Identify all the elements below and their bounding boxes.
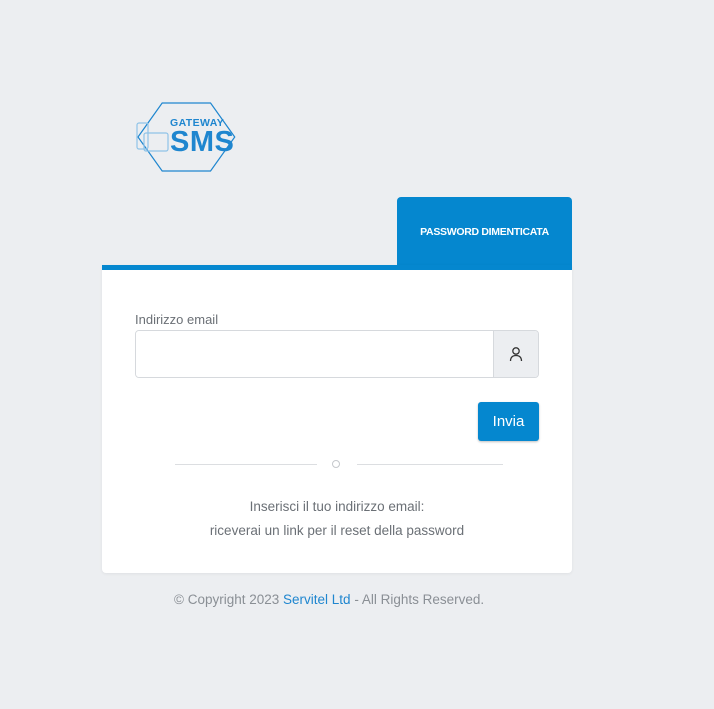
submit-button[interactable]: Invia	[478, 402, 539, 441]
forgot-password-card: Indirizzo email Invia Inserisci il tuo i…	[102, 265, 572, 573]
footer-rights: - All Rights Reserved.	[350, 592, 485, 607]
divider-line-right	[357, 464, 503, 465]
footer-copyright: © Copyright 2023	[174, 592, 284, 607]
divider-circle	[332, 460, 340, 468]
user-icon	[509, 347, 523, 362]
info-line-2: riceverai un link per il reset della pas…	[209, 523, 465, 538]
divider-line-left	[175, 464, 317, 465]
info-text: Inserisci il tuo indirizzo email: riceve…	[102, 495, 572, 543]
footer-company-link[interactable]: Servitel Ltd	[283, 592, 351, 607]
gateway-sms-logo: GATEWAY SMS	[134, 95, 238, 179]
user-icon-addon	[493, 331, 538, 377]
divider	[175, 458, 503, 472]
email-input[interactable]	[136, 331, 493, 377]
info-line-1: Inserisci il tuo indirizzo email:	[249, 499, 425, 514]
email-label: Indirizzo email	[135, 312, 219, 327]
logo-text-sms: SMS	[170, 126, 235, 158]
tab-label: PASSWORD DIMENTICATA	[420, 225, 549, 238]
email-input-group	[135, 330, 539, 378]
tab-password-dimenticata[interactable]: PASSWORD DIMENTICATA	[397, 197, 572, 269]
